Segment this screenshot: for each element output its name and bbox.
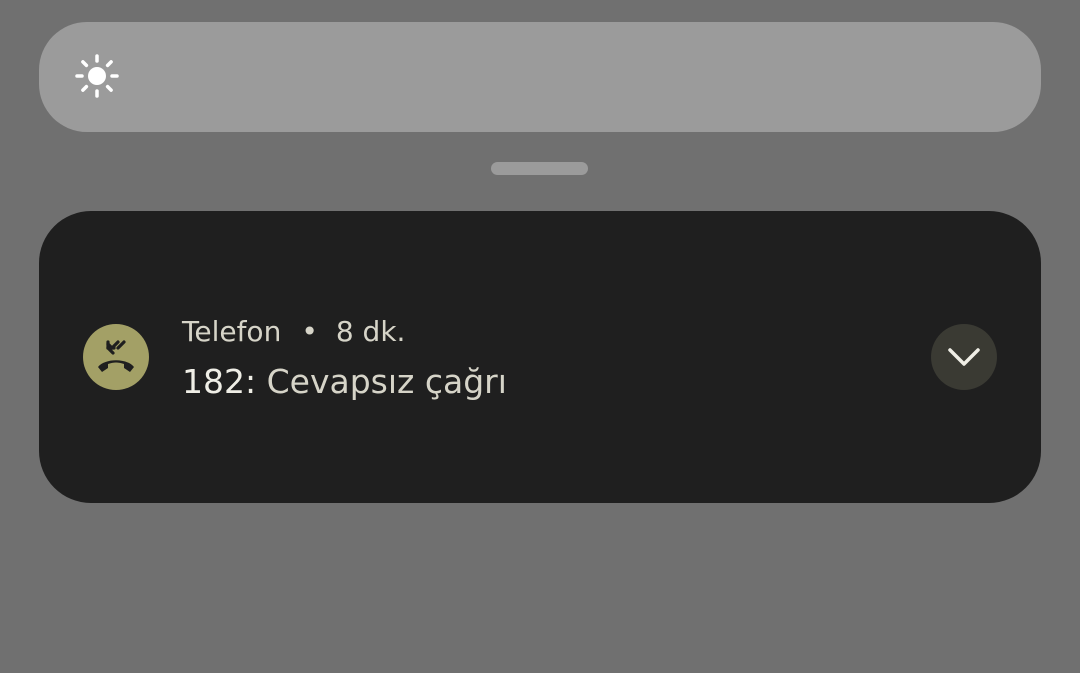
message-text: Cevapsız çağrı [266,362,507,401]
header-separator: • [301,315,318,348]
drag-handle[interactable] [491,162,588,175]
notification-time: 8 dk. [335,315,406,348]
brightness-slider[interactable] [39,22,1041,132]
chevron-down-icon [948,348,980,366]
expand-button[interactable] [931,324,997,390]
notification-header: Telefon • 8 dk. [182,312,405,352]
notification-message: 182: Cevapsız çağrı [182,360,507,404]
app-name: Telefon [182,315,282,348]
notification-card[interactable] [39,211,1041,503]
missed-call-icon [83,324,149,390]
brightness-sun-icon [74,53,120,99]
caller-number: 182: [182,362,257,401]
